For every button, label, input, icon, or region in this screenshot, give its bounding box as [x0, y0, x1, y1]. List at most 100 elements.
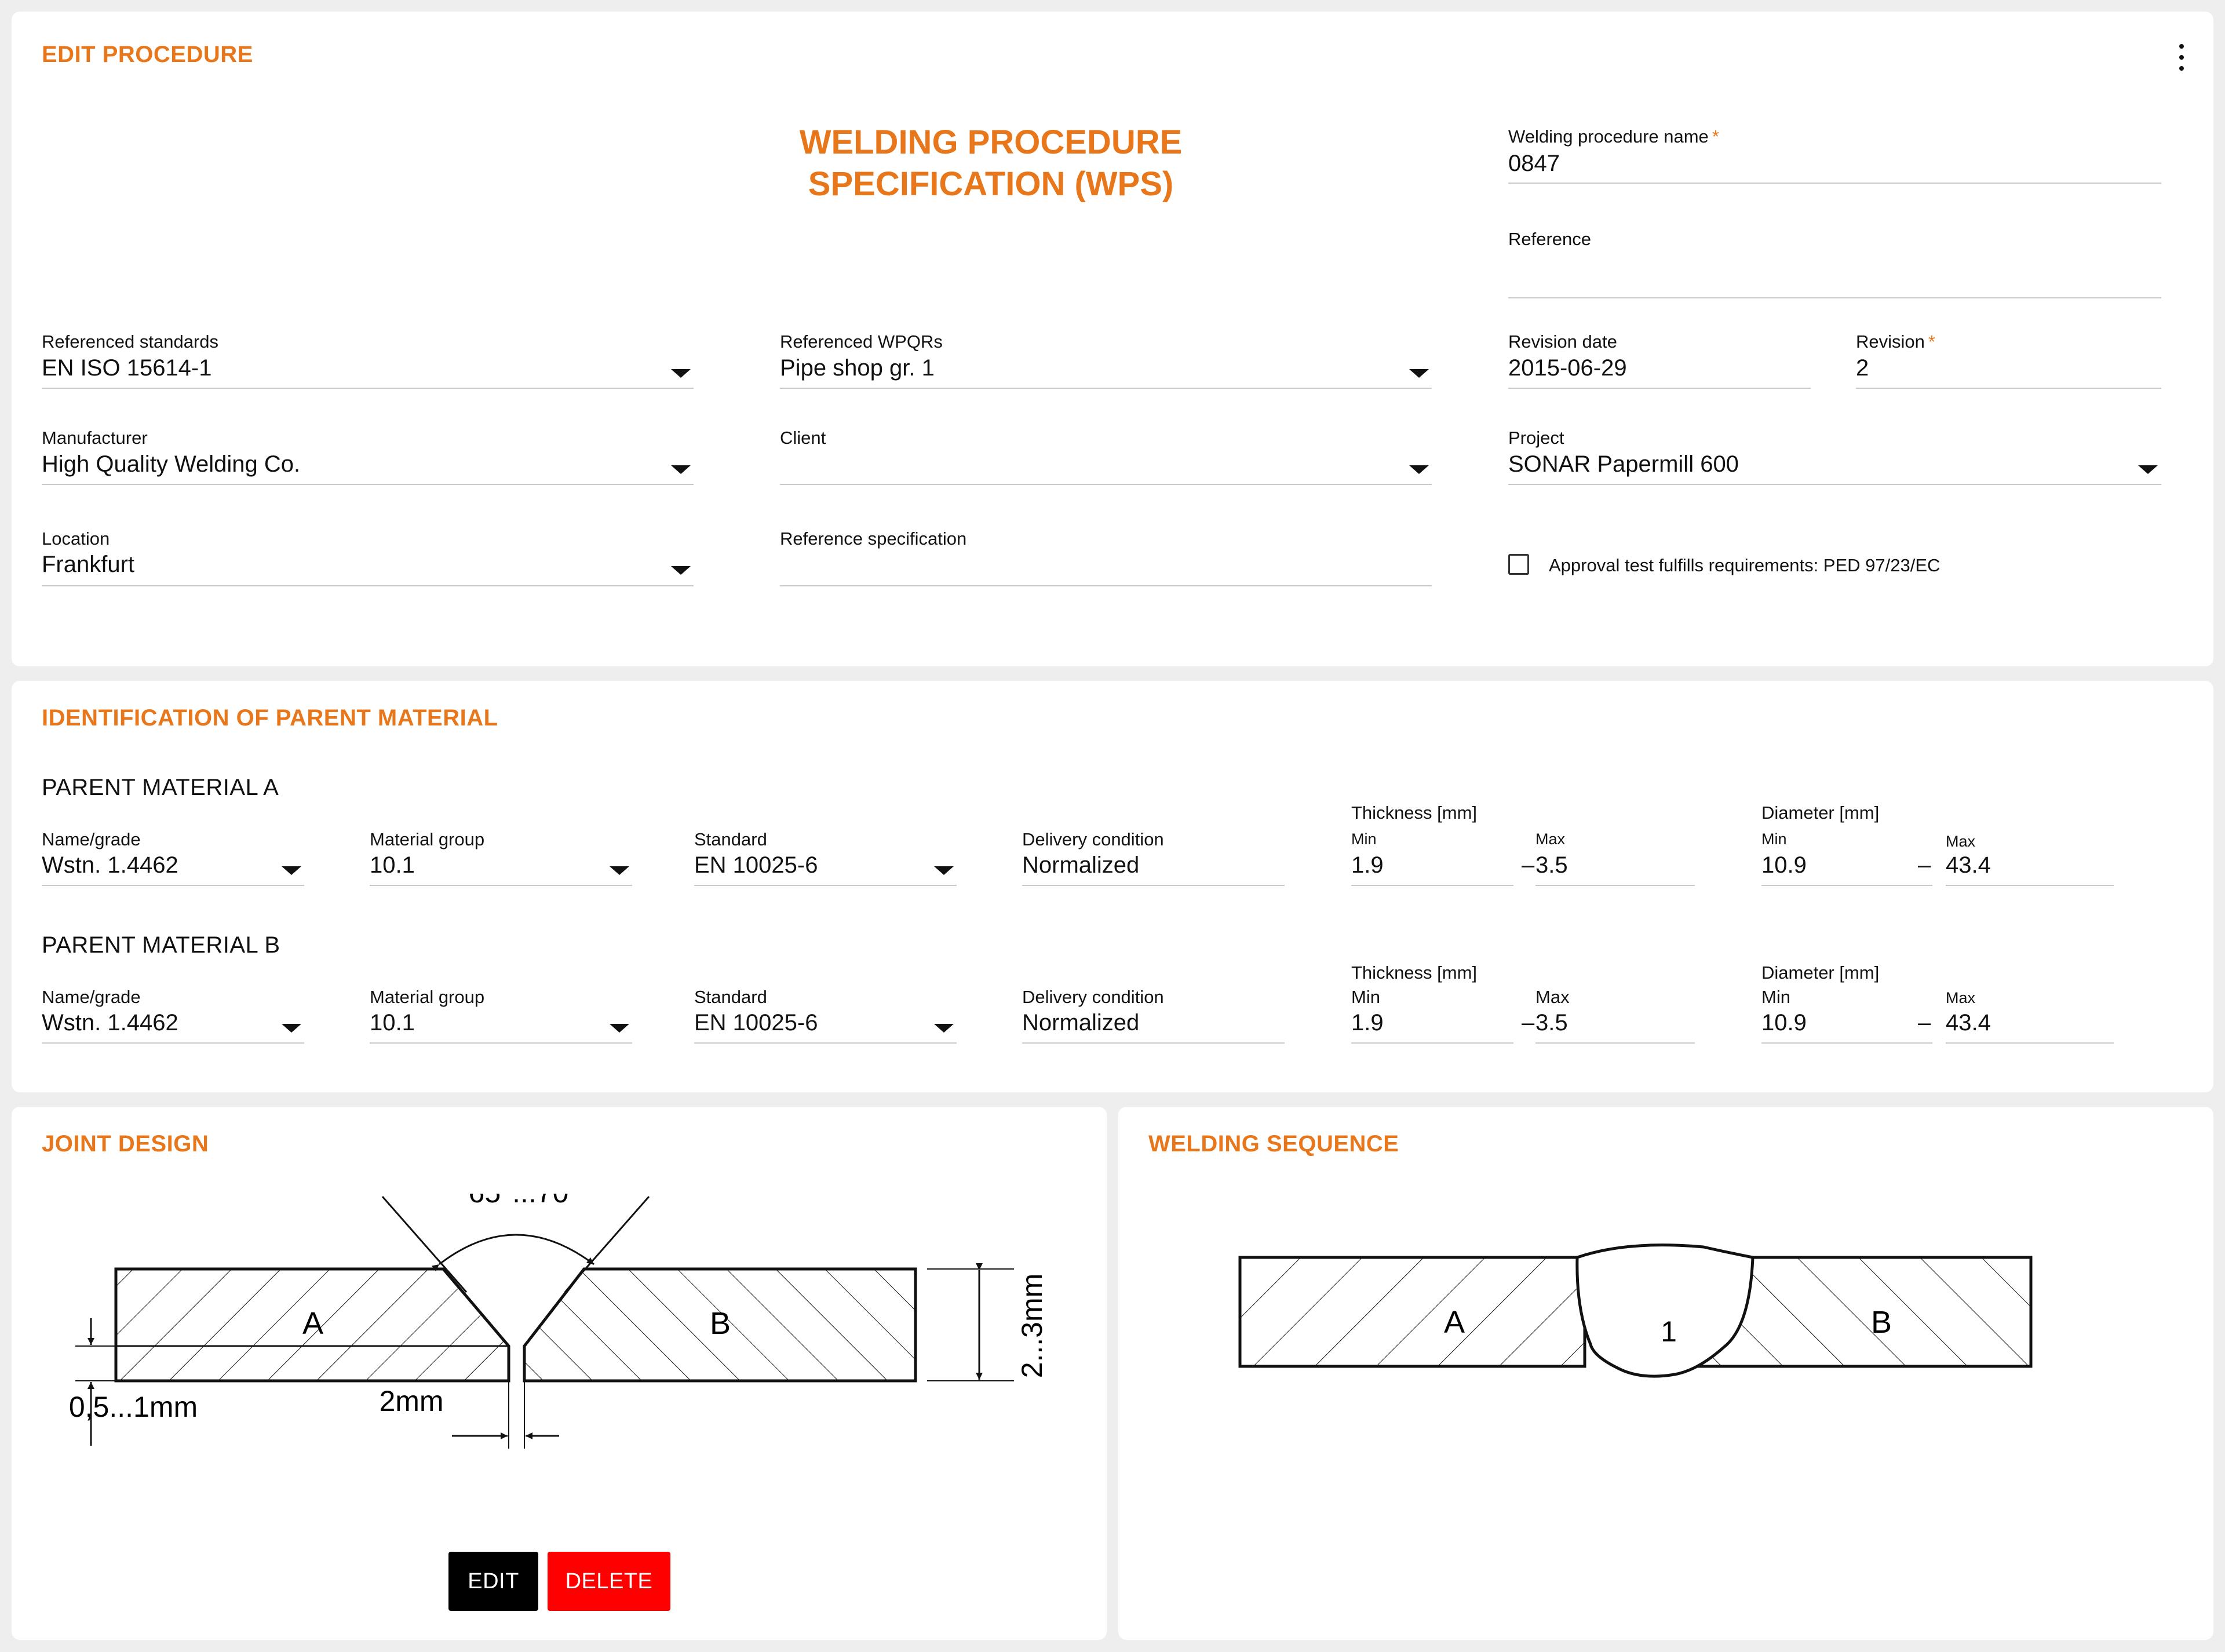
- thickness-min-label: Min: [1351, 987, 1380, 1007]
- material-group-label: Material group: [370, 829, 485, 849]
- reference-input[interactable]: [1508, 254, 2161, 283]
- underline: [42, 585, 694, 586]
- thickness-label: 2...3mm: [1016, 1274, 1048, 1379]
- material-group-label: Material group: [370, 987, 485, 1007]
- underline: [1351, 885, 1513, 886]
- chevron-down-icon[interactable]: [610, 866, 629, 875]
- diameter-label: Diameter [mm]: [1761, 803, 1880, 823]
- delivery-condition-label: Delivery condition: [1022, 829, 1164, 849]
- name-grade-label: Name/grade: [42, 987, 141, 1007]
- delivery-condition-input-a[interactable]: Normalized: [1022, 852, 1139, 878]
- delivery-condition-label: Delivery condition: [1022, 987, 1164, 1007]
- location-label: Location: [42, 528, 110, 549]
- more-vertical-icon[interactable]: [2173, 41, 2190, 75]
- thickness-max-input-b[interactable]: 3.5: [1535, 1010, 1568, 1036]
- chevron-down-icon[interactable]: [1409, 369, 1429, 378]
- chevron-down-icon[interactable]: [934, 1024, 954, 1033]
- plate-b-label: B: [1871, 1305, 1892, 1340]
- name-grade-label: Name/grade: [42, 829, 141, 849]
- chevron-down-icon[interactable]: [671, 566, 691, 575]
- material-group-select-a[interactable]: 10.1: [370, 852, 415, 878]
- referenced-standards-select[interactable]: EN ISO 15614-1: [42, 355, 212, 381]
- project-select[interactable]: SONAR Papermill 600: [1508, 451, 1739, 477]
- chevron-down-icon[interactable]: [610, 1024, 629, 1033]
- parent-material-b-heading: PARENT MATERIAL B: [42, 932, 280, 958]
- plate-b-label: B: [710, 1306, 731, 1341]
- chevron-down-icon[interactable]: [282, 866, 301, 875]
- location-select[interactable]: Frankfurt: [42, 552, 134, 578]
- reference-specification-input[interactable]: [780, 552, 1432, 581]
- diameter-max-label: Max: [1946, 989, 1976, 1006]
- name-grade-select-a[interactable]: Wstn. 1.4462: [42, 852, 178, 878]
- standard-label: Standard: [694, 829, 767, 849]
- reference-label: Reference: [1508, 229, 1592, 249]
- root-face-label: 0,5...1mm: [69, 1391, 198, 1423]
- underline: [1508, 297, 2161, 298]
- standard-select-b[interactable]: EN 10025-6: [694, 1010, 818, 1036]
- referenced-wpqrs-select[interactable]: Pipe shop gr. 1: [780, 355, 935, 381]
- underline: [1946, 885, 2114, 886]
- approval-checkbox[interactable]: [1508, 554, 1529, 575]
- project-label: Project: [1508, 428, 1564, 448]
- angle-label: 65°...70°: [469, 1194, 581, 1209]
- revision-label: Revision *: [1856, 331, 1935, 352]
- material-group-select-b[interactable]: 10.1: [370, 1010, 415, 1036]
- manufacturer-select[interactable]: High Quality Welding Co.: [42, 451, 300, 477]
- parent-material-card: IDENTIFICATION OF PARENT MATERIAL PARENT…: [12, 681, 2213, 1092]
- diameter-min-input-b[interactable]: 10.9: [1761, 1010, 1807, 1036]
- range-separator: –: [1522, 1010, 1535, 1035]
- name-grade-select-b[interactable]: Wstn. 1.4462: [42, 1010, 178, 1036]
- underline: [1508, 183, 2161, 184]
- underline: [780, 585, 1432, 586]
- underline: [42, 484, 694, 485]
- referenced-wpqrs-label: Referenced WPQRs: [780, 331, 943, 352]
- plate-a-label: A: [1444, 1305, 1465, 1340]
- wps-title-line1: WELDING PROCEDURE: [799, 123, 1183, 161]
- range-separator: –: [1918, 852, 1931, 878]
- standard-label: Standard: [694, 987, 767, 1007]
- underline: [1535, 885, 1695, 886]
- edit-button[interactable]: EDIT: [448, 1552, 538, 1611]
- diameter-max-input-b[interactable]: 43.4: [1946, 1010, 1991, 1036]
- referenced-standards-label: Referenced standards: [42, 331, 219, 352]
- thickness-max-label: Max: [1535, 830, 1566, 848]
- chevron-down-icon[interactable]: [671, 369, 691, 378]
- underline: [780, 388, 1432, 389]
- thickness-min-input-a[interactable]: 1.9: [1351, 852, 1384, 878]
- required-marker: *: [1928, 331, 1935, 352]
- chevron-down-icon[interactable]: [671, 465, 691, 474]
- underline: [370, 1042, 632, 1044]
- plate-a-shape: [1238, 1256, 1586, 1368]
- welding-sequence-drawing: A B 1: [1238, 1243, 2033, 1378]
- diameter-max-input-a[interactable]: 43.4: [1946, 852, 1991, 878]
- reference-specification-label: Reference specification: [780, 528, 967, 549]
- delete-button[interactable]: DELETE: [548, 1552, 670, 1611]
- underline: [1022, 1042, 1285, 1044]
- underline: [1508, 388, 1811, 389]
- chevron-down-icon[interactable]: [2138, 465, 2158, 474]
- section-title-joint-design: JOINT DESIGN: [42, 1131, 209, 1157]
- diameter-label: Diameter [mm]: [1761, 962, 1880, 983]
- welding-procedure-name-input[interactable]: 0847: [1508, 151, 1560, 177]
- angle-arc: [431, 1234, 594, 1272]
- chevron-down-icon[interactable]: [282, 1024, 301, 1033]
- standard-select-a[interactable]: EN 10025-6: [694, 852, 818, 878]
- parent-material-a-heading: PARENT MATERIAL A: [42, 775, 279, 800]
- revision-date-input[interactable]: 2015-06-29: [1508, 355, 1627, 381]
- section-title-welding-sequence: WELDING SEQUENCE: [1148, 1131, 1399, 1157]
- revision-input[interactable]: 2: [1856, 355, 1869, 381]
- chevron-down-icon[interactable]: [934, 866, 954, 875]
- client-label: Client: [780, 428, 826, 448]
- underline: [1856, 388, 2161, 389]
- underline: [1946, 1042, 2114, 1044]
- thickness-max-input-a[interactable]: 3.5: [1535, 852, 1568, 878]
- underline: [1022, 885, 1285, 886]
- underline: [1508, 484, 2161, 485]
- gap-label: 2mm: [379, 1385, 443, 1417]
- client-select[interactable]: [780, 451, 1383, 480]
- chevron-down-icon[interactable]: [1409, 465, 1429, 474]
- diameter-min-input-a[interactable]: 10.9: [1761, 852, 1807, 878]
- thickness-min-input-b[interactable]: 1.9: [1351, 1010, 1384, 1036]
- wps-title-line2: SPECIFICATION (WPS): [808, 165, 1174, 203]
- delivery-condition-input-b[interactable]: Normalized: [1022, 1010, 1139, 1036]
